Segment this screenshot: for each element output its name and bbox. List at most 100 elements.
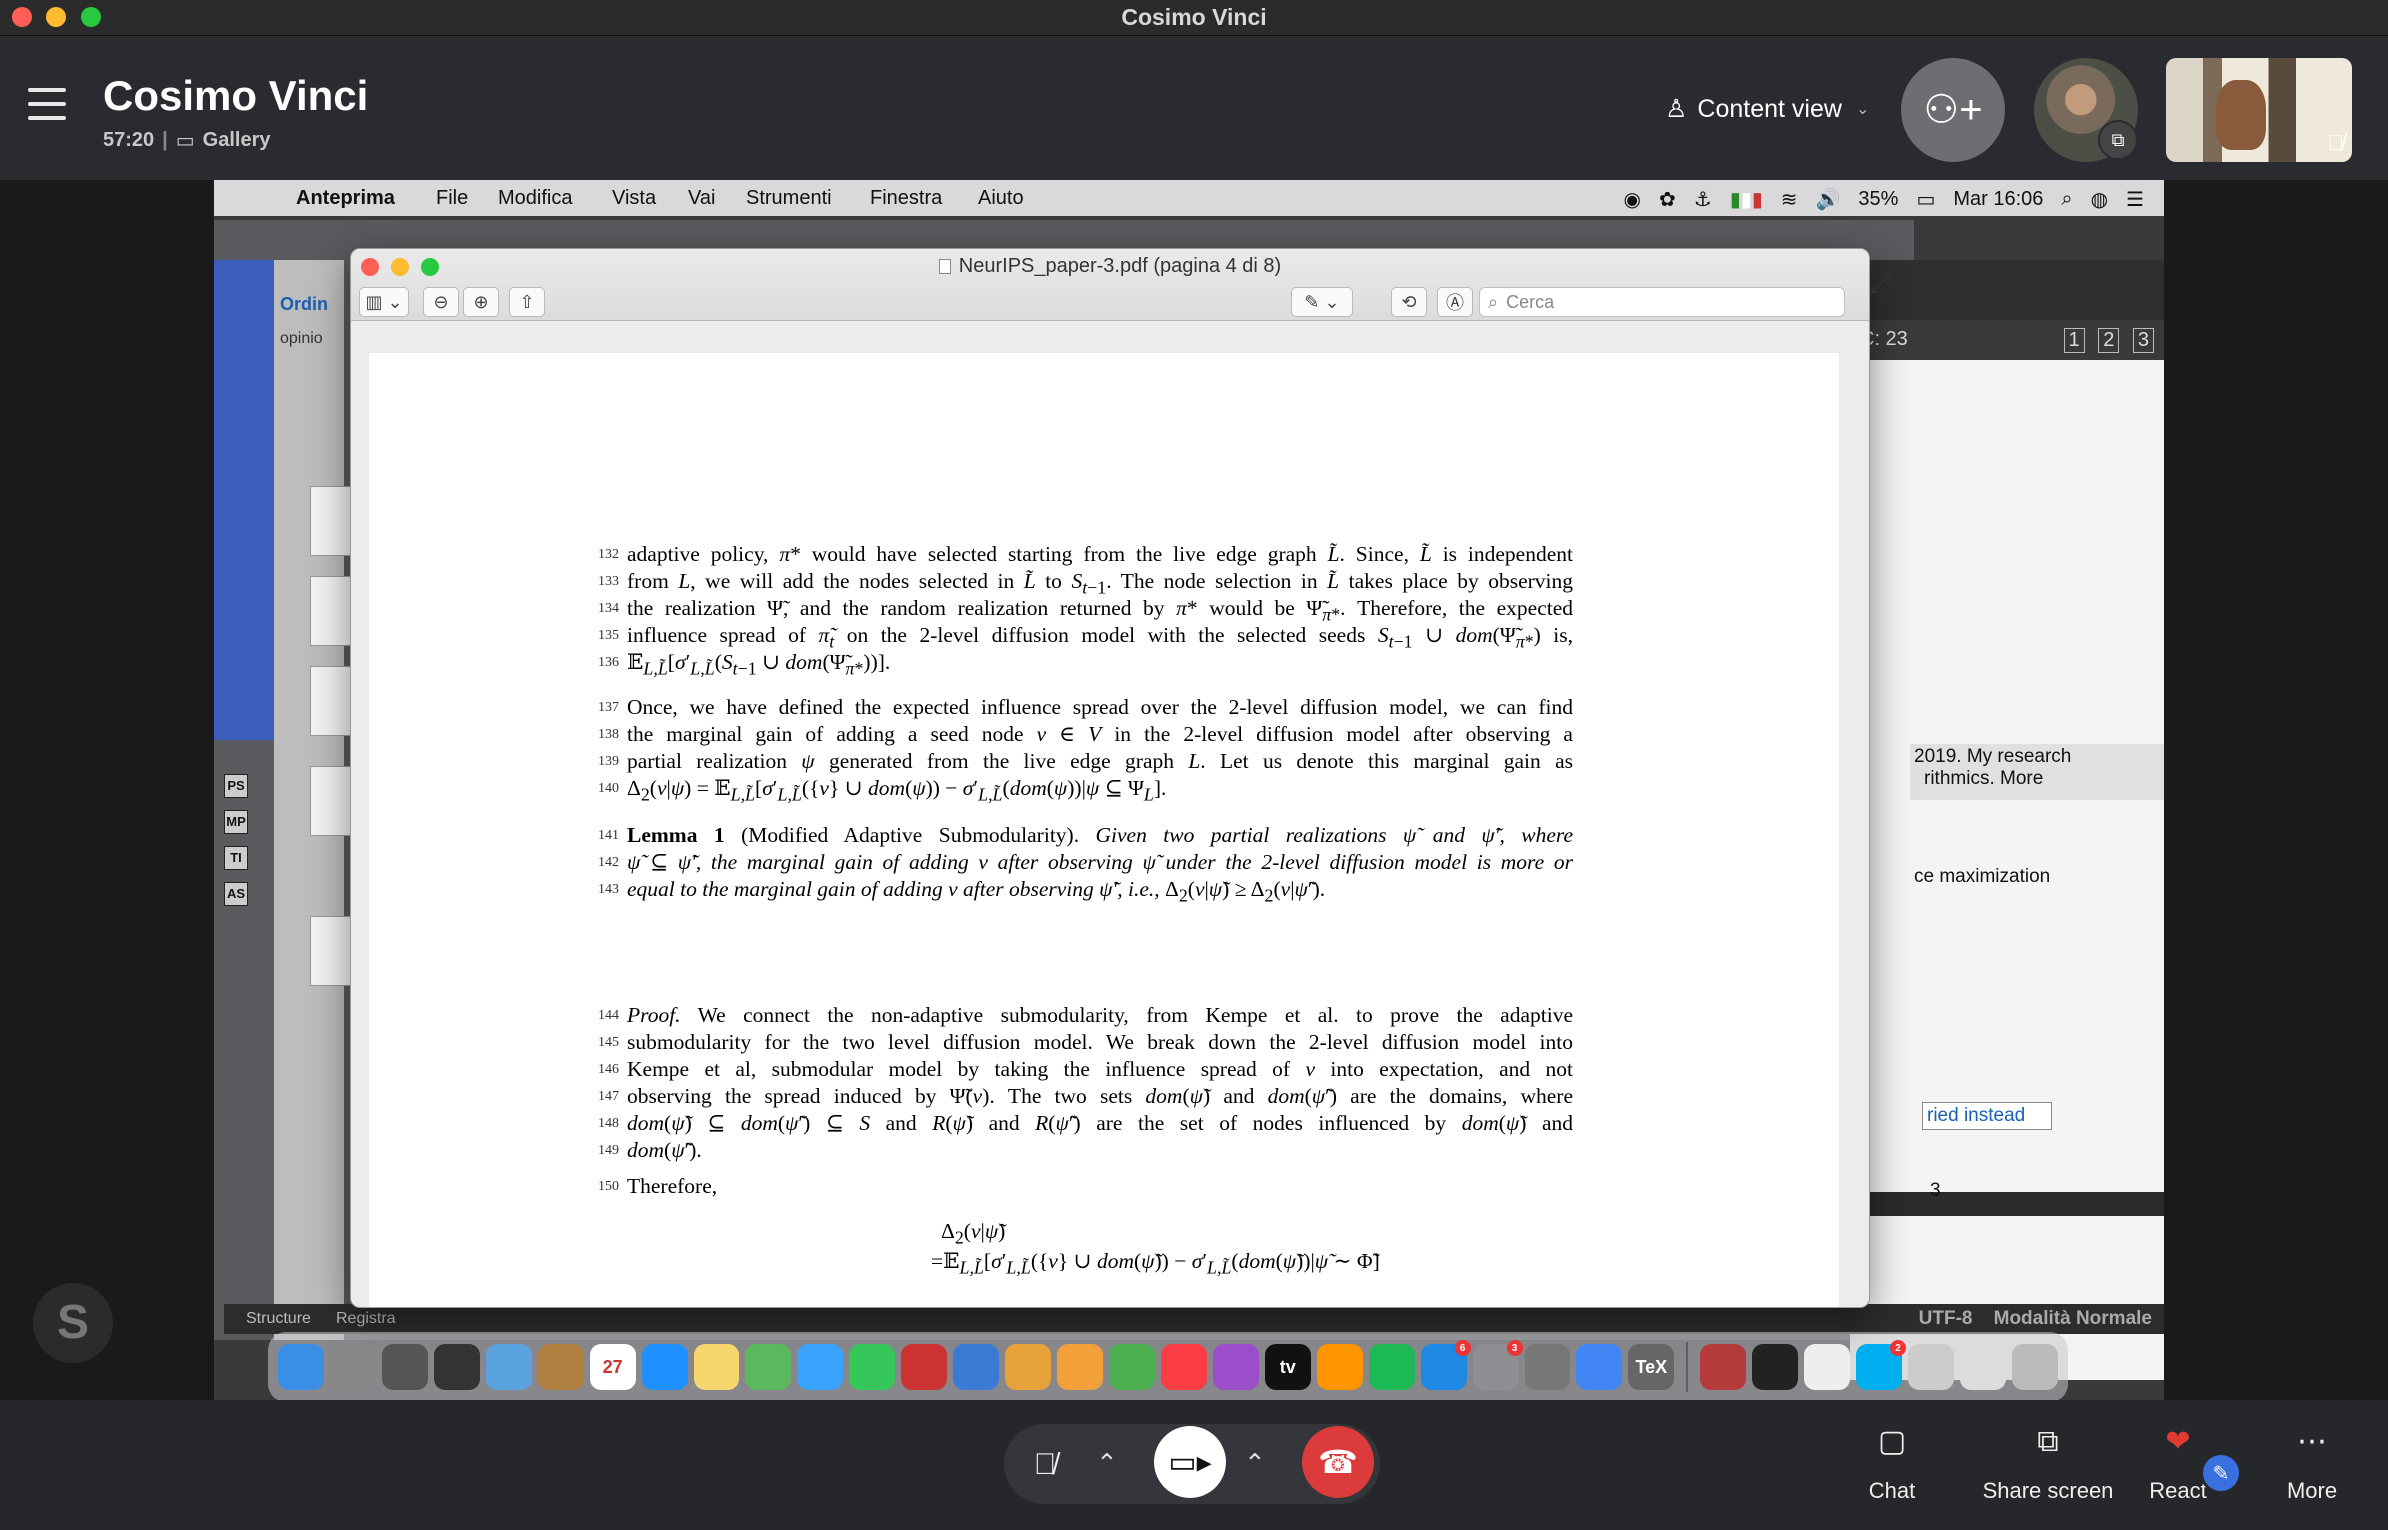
app-store-icon[interactable]: 6 xyxy=(1420,1340,1471,1390)
notes-brown-icon[interactable] xyxy=(537,1344,584,1390)
self-video-tile[interactable]: 🎙̸ xyxy=(2166,58,2352,162)
texmaker-icon[interactable]: TeX xyxy=(1628,1344,1675,1390)
podcasts-icon[interactable] xyxy=(1212,1344,1259,1390)
snippet-text-2: rithmics. More xyxy=(1924,768,2044,789)
notification-badge: 3 xyxy=(1506,1340,1523,1356)
content-view-icon: ♙ xyxy=(1665,95,1688,123)
line-number: 141 xyxy=(598,828,619,843)
bg-sidebar-header: Ordin xyxy=(280,294,328,314)
trash-icon[interactable] xyxy=(2011,1344,2058,1390)
line-number: 147 xyxy=(598,1089,619,1104)
skype-dock-icon[interactable]: 2 xyxy=(1856,1340,1907,1390)
chevron-down-icon: ⌄ xyxy=(1855,101,1870,118)
wifi-icon: ≋ xyxy=(1780,189,1798,211)
zoom-out-button[interactable]: ⊖ xyxy=(423,287,459,317)
chat-button[interactable]: ▢ Chat xyxy=(1832,1420,1952,1504)
chrome-icon[interactable] xyxy=(1576,1344,1623,1390)
preview-title-wrap: NeurIPS_paper-3.pdf (pagina 4 di 8) xyxy=(351,255,1869,278)
pdf-doc-icon xyxy=(938,259,951,274)
safari-icon[interactable] xyxy=(641,1344,688,1390)
keynote-icon[interactable] xyxy=(953,1344,1000,1390)
preview-app-icon[interactable] xyxy=(485,1344,532,1390)
zoom-in-button[interactable]: ⊕ xyxy=(463,287,499,317)
menu-app-name: Anteprima xyxy=(296,187,395,209)
search-icon: ⌕ xyxy=(2061,188,2073,210)
call-duration: 57:20 xyxy=(103,129,155,151)
tried-instead-link: ried instead xyxy=(1922,1102,2052,1130)
maps-icon[interactable] xyxy=(745,1344,792,1390)
markup-button[interactable]: ✎ ⌄ xyxy=(1291,287,1353,317)
window-title: Cosimo Vinci xyxy=(1121,4,1267,30)
facetime-icon[interactable] xyxy=(849,1344,896,1390)
search-input[interactable]: ⌕ Cerca xyxy=(1479,287,1845,317)
sidebar-toggle-button[interactable]: ▥ ⌄ xyxy=(359,287,409,317)
system-prefs-icon[interactable]: 3 xyxy=(1472,1340,1523,1390)
call-control-bar: 🎙̸ ⌃ ▭▸ ⌃ ☎ ▢ Chat ⧉ Share screen ❤ Reac… xyxy=(0,1400,2388,1530)
menu-icon[interactable] xyxy=(28,88,66,120)
layout-label[interactable]: Gallery xyxy=(203,129,271,152)
remote-menubar: Anteprima File Modifica Vista Vai Strume… xyxy=(214,180,2164,216)
spotify-icon[interactable] xyxy=(1368,1344,1415,1390)
textedit-icon[interactable] xyxy=(1804,1344,1851,1390)
photos-icon[interactable] xyxy=(1005,1344,1052,1390)
mendeley-icon[interactable] xyxy=(1700,1344,1747,1390)
mic-options-chevron-icon[interactable]: ⌃ xyxy=(1096,1448,1118,1479)
rotate-button[interactable]: ⟲ xyxy=(1391,287,1427,317)
paper-line: the marginal gain of adding a seed node … xyxy=(627,722,1573,746)
content-view-button[interactable]: ♙ Content view ⌄ xyxy=(1665,94,1869,124)
camera-button[interactable]: ▭▸ xyxy=(1154,1426,1226,1498)
hang-up-button[interactable]: ☎ xyxy=(1302,1426,1374,1498)
struct-icon: PS xyxy=(224,774,248,798)
annotate-icon: Ⓐ xyxy=(1446,293,1464,313)
add-person-button[interactable]: ⚇+ xyxy=(1901,58,2005,162)
launchpad-icon[interactable] xyxy=(329,1344,376,1390)
books-icon[interactable] xyxy=(1316,1344,1363,1390)
more-dots-icon: ⋯ xyxy=(2297,1425,2327,1458)
tv-icon[interactable]: tv xyxy=(1264,1344,1311,1390)
call-title: Cosimo Vinci xyxy=(103,72,369,119)
equation-rhs: =𝔼L,L̃[σ′L,L̃({v} ∪ dom(ψ̃)) − σ′L,L̃(do… xyxy=(931,1249,1380,1278)
svg-text:S: S xyxy=(57,1296,89,1349)
equation-lhs: Δ2(v|ψ̃) xyxy=(941,1219,1006,1248)
chat-icon: ▢ xyxy=(1877,1425,1907,1458)
downloads-icon[interactable] xyxy=(1908,1344,1954,1390)
share-button[interactable]: ⇧ xyxy=(509,287,545,317)
finder-icon[interactable] xyxy=(278,1344,324,1390)
annotate-button[interactable]: Ⓐ xyxy=(1437,287,1473,317)
share-screen-label: Share screen xyxy=(1982,1478,2114,1503)
line-number: 134 xyxy=(598,601,619,616)
line-number: 146 xyxy=(598,1062,619,1077)
photo-booth-icon[interactable] xyxy=(901,1344,948,1390)
line-number: 137 xyxy=(598,700,619,715)
messages-icon[interactable] xyxy=(797,1344,844,1390)
music-icon[interactable] xyxy=(1160,1344,1207,1390)
paper-line: submodularity for the two level diffusio… xyxy=(627,1030,1573,1054)
sidebar-icon: ▥ ⌄ xyxy=(365,291,403,312)
paper-line: ψ̃ ⊆ ψ̃′, the marginal gain of adding v … xyxy=(627,850,1573,874)
search-placeholder: Cerca xyxy=(1506,291,1555,312)
status-app-icon: ✿ xyxy=(1658,189,1676,211)
terminal-icon[interactable] xyxy=(1752,1344,1799,1390)
more-button[interactable]: ⋯ More xyxy=(2252,1420,2372,1504)
camera-options-chevron-icon[interactable]: ⌃ xyxy=(1244,1448,1266,1479)
pages-icon[interactable] xyxy=(1057,1344,1103,1390)
pencil-icon[interactable]: ✎ xyxy=(2200,1452,2242,1494)
notes-icon[interactable] xyxy=(693,1344,740,1390)
disk-icon[interactable] xyxy=(1524,1344,1571,1390)
preview-window: NeurIPS_paper-3.pdf (pagina 4 di 8) ▥ ⌄ … xyxy=(350,248,1870,1308)
calendar-icon[interactable]: 27 xyxy=(589,1344,636,1390)
menu-item: File xyxy=(436,187,469,209)
apps-grid-icon[interactable] xyxy=(381,1344,428,1390)
mute-button[interactable]: 🎙̸ xyxy=(1016,1436,1074,1494)
share-screen-button[interactable]: ⧉ Share screen xyxy=(1978,1420,2118,1504)
preview-title: NeurIPS_paper-3.pdf (pagina 4 di 8) xyxy=(958,255,1282,277)
paper-line: dom(ψ̃) ⊆ dom(ψ̃′) ⊆ S and R(ψ̃) and R(ψ… xyxy=(627,1111,1573,1135)
documents-icon[interactable] xyxy=(1960,1344,2006,1390)
line-number: 142 xyxy=(598,855,619,870)
dashboard-icon[interactable] xyxy=(433,1344,480,1390)
paper-line: observing the spread induced by Ψ̃(v). T… xyxy=(627,1084,1573,1108)
screen-share-badge-icon: ⧉ xyxy=(2098,120,2138,160)
numbers-icon[interactable] xyxy=(1109,1344,1155,1390)
preview-toolbar: NeurIPS_paper-3.pdf (pagina 4 di 8) ▥ ⌄ … xyxy=(351,249,1869,321)
dock-separator xyxy=(1686,1342,1689,1392)
